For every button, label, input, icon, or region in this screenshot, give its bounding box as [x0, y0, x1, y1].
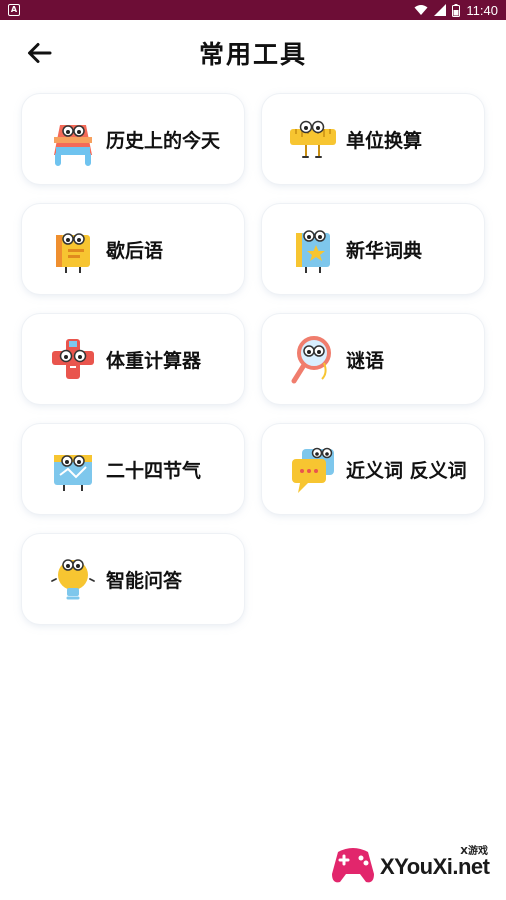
history-character-icon	[54, 125, 92, 166]
tool-card-synonym-antonym[interactable]: 近义词 反义词	[262, 424, 484, 514]
status-time: 11:40	[466, 2, 498, 18]
tool-card-unit-conversion[interactable]: 单位换算	[262, 94, 484, 184]
header: 常用工具	[0, 20, 506, 86]
wifi-icon	[414, 5, 428, 15]
tool-label: 智能问答	[106, 569, 183, 592]
back-button[interactable]	[22, 38, 56, 68]
signal-icon	[434, 4, 447, 16]
tool-card-history-today[interactable]: 历史上的今天	[22, 94, 244, 184]
tool-card-riddle[interactable]: 谜语	[262, 314, 484, 404]
tool-label: 二十四节气	[106, 459, 202, 482]
tool-card-smart-qa[interactable]: 智能问答	[22, 534, 244, 624]
tool-card-xiehouyu[interactable]: 歇后语	[22, 204, 244, 294]
tool-label: 体重计算器	[106, 349, 202, 372]
scale-character-icon	[52, 339, 94, 379]
lightbulb-character-icon	[51, 559, 95, 600]
status-bar: A 11:40	[0, 0, 506, 20]
tool-label: 新华词典	[346, 239, 423, 262]
gamepad-logo-icon	[332, 848, 374, 883]
dictionary-character-icon	[296, 230, 330, 273]
tool-card-solar-terms[interactable]: 二十四节气	[22, 424, 244, 514]
watermark-main-text: XYouXi.net	[380, 854, 490, 879]
tool-label: 近义词 反义词	[346, 459, 467, 482]
android-notification-icon: A	[8, 4, 20, 16]
tool-card-weight-calculator[interactable]: 体重计算器	[22, 314, 244, 404]
tool-card-xinhua-dictionary[interactable]: 新华词典	[262, 204, 484, 294]
tool-label: 单位换算	[346, 129, 423, 152]
book-character-icon	[56, 233, 90, 273]
tool-label: 谜语	[346, 349, 385, 372]
calendar-character-icon	[54, 455, 92, 491]
status-left: A	[8, 4, 20, 16]
status-right: 11:40	[414, 3, 498, 18]
speech-bubble-character-icon	[292, 447, 334, 493]
watermark: X游戏 XYouXi.net	[328, 840, 498, 892]
tool-label: 歇后语	[106, 239, 164, 262]
tool-label: 历史上的今天	[106, 129, 221, 152]
page-title: 常用工具	[198, 40, 307, 69]
battery-icon	[452, 3, 461, 17]
magnifier-character-icon	[291, 336, 331, 384]
arrow-left-icon	[28, 43, 52, 63]
ruler-character-icon	[290, 120, 336, 158]
